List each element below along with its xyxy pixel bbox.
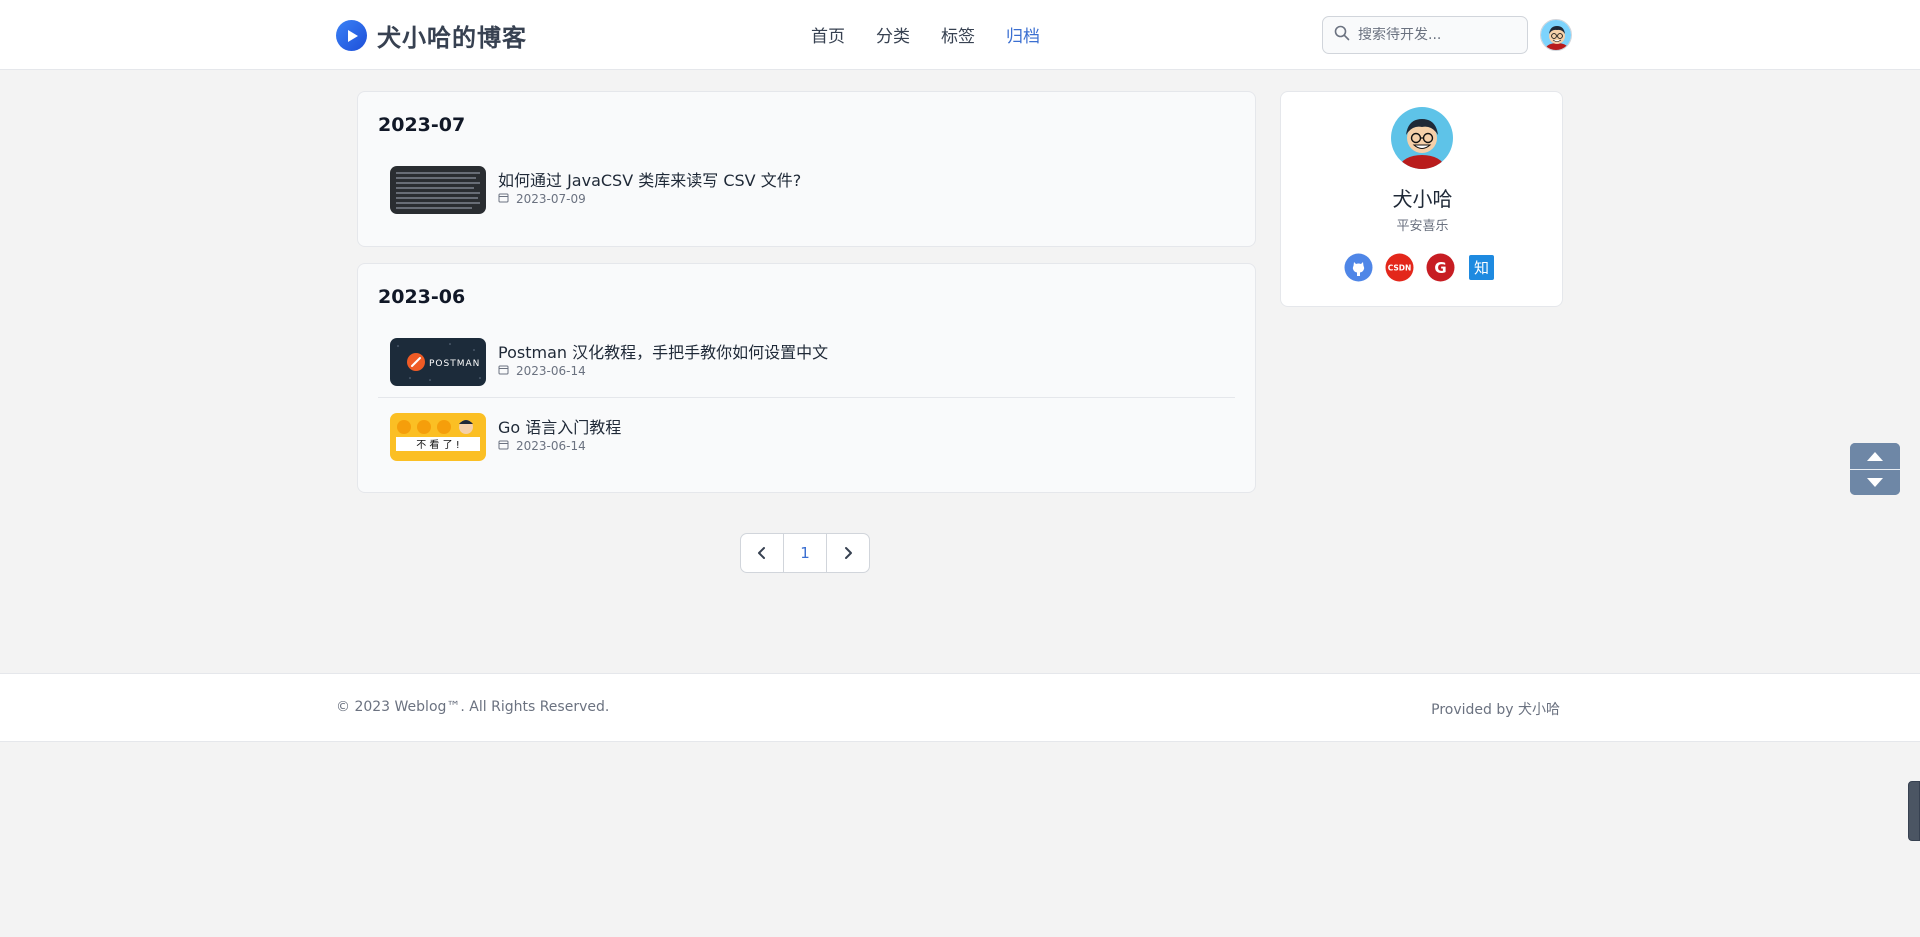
search-input[interactable] (1358, 27, 1508, 43)
zhihu-icon-text: 知 (1474, 259, 1489, 277)
article-date-row: 2023-06-14 (498, 439, 586, 453)
gitee-icon-text: G (1434, 259, 1446, 277)
brand-title: 犬小哈的博客 (377, 24, 527, 52)
calendar-icon (498, 364, 509, 378)
article-thumbnail[interactable] (390, 166, 486, 214)
author-profile-card: 犬小哈 平安喜乐 CSDN G 知 (1280, 91, 1563, 307)
triangle-up-icon (1867, 451, 1883, 461)
archive-month: 2023-06 (378, 286, 466, 308)
article-title[interactable]: Go 语言入门教程 (498, 414, 621, 438)
next-page-button[interactable] (826, 533, 870, 573)
chevron-right-icon (845, 547, 852, 559)
scroll-to-top-button[interactable] (1850, 443, 1900, 469)
provided-by-text: Provided by 犬小哈 (1431, 702, 1560, 718)
chevron-left-icon (758, 547, 765, 559)
dogs-thumb-text: 不 看 了 ! (416, 438, 460, 451)
triangle-down-icon (1867, 478, 1883, 487)
play-logo-icon (336, 20, 367, 51)
calendar-icon (498, 439, 509, 453)
archive-entry[interactable]: 如何通过 JavaCSV 类库来读写 CSV 文件? 2023-07-09 (378, 158, 1235, 232)
main-nav: 首页 分类 标签 归档 (811, 22, 1071, 47)
top-navbar: 犬小哈的博客 首页 分类 标签 归档 (0, 0, 1920, 70)
scroll-to-bottom-button[interactable] (1850, 469, 1900, 495)
author-avatar (1391, 107, 1453, 169)
social-links: CSDN G 知 (1344, 253, 1496, 282)
page-1-button[interactable]: 1 (783, 533, 827, 573)
prev-page-button[interactable] (740, 533, 784, 573)
user-avatar[interactable] (1540, 19, 1572, 51)
article-title[interactable]: Postman 汉化教程，手把手教你如何设置中文 (498, 339, 828, 363)
pagination: 1 (740, 533, 870, 573)
article-date: 2023-06-14 (516, 439, 586, 453)
article-thumbnail[interactable]: POSTMAN (390, 338, 486, 386)
author-name: 犬小哈 (1392, 187, 1453, 211)
nav-item-tags[interactable]: 标签 (941, 22, 975, 47)
calendar-icon (498, 192, 509, 206)
page-footer: © 2023 Weblog™. All Rights Reserved. Pro… (0, 673, 1920, 742)
csdn-icon-text: CSDN (1388, 264, 1412, 273)
article-thumbnail[interactable]: 不 看 了 ! (390, 413, 486, 461)
archive-entry[interactable]: POSTMAN Postman 汉化教程，手把手教你如何设置中文 2023-06… (378, 330, 1235, 404)
postman-thumb-text: POSTMAN (429, 359, 480, 369)
archive-entry[interactable]: 不 看 了 ! Go 语言入门教程 2023-06-14 (378, 405, 1235, 479)
entry-divider (378, 397, 1235, 398)
archive-month: 2023-07 (378, 114, 466, 136)
article-date: 2023-07-09 (516, 192, 586, 206)
nav-item-categories[interactable]: 分类 (876, 22, 910, 47)
search-icon (1334, 25, 1350, 45)
article-date-row: 2023-07-09 (498, 192, 586, 206)
copyright-text: © 2023 Weblog™. All Rights Reserved. (336, 699, 610, 715)
csdn-icon[interactable]: CSDN (1385, 253, 1414, 282)
article-title[interactable]: 如何通过 JavaCSV 类库来读写 CSV 文件? (498, 167, 801, 191)
article-date-row: 2023-06-14 (498, 364, 586, 378)
article-date: 2023-06-14 (516, 364, 586, 378)
nav-item-home[interactable]: 首页 (811, 22, 845, 47)
archive-group-2023-07: 2023-07 如何通过 JavaCSV 类库来读写 CSV 文件? 2023-… (357, 91, 1256, 247)
side-panel-handle[interactable] (1908, 781, 1920, 841)
github-icon[interactable] (1344, 253, 1373, 282)
gitee-icon[interactable]: G (1426, 253, 1455, 282)
nav-item-archive[interactable]: 归档 (1006, 22, 1040, 47)
author-motto: 平安喜乐 (1396, 219, 1449, 234)
zhihu-icon[interactable]: 知 (1467, 253, 1496, 282)
scroll-widget (1850, 443, 1900, 495)
search-box[interactable] (1322, 16, 1528, 54)
brand-link[interactable]: 犬小哈的博客 (336, 18, 527, 53)
archive-group-2023-06: 2023-06 POSTMAN Postman 汉化教程，手把手教你如何设置中文… (357, 263, 1256, 493)
